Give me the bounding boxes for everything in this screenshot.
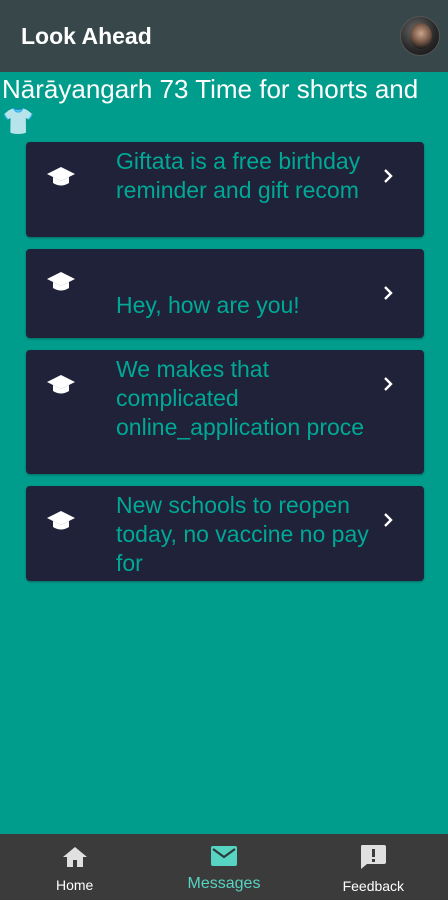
app-title: Look Ahead — [21, 22, 152, 49]
message-text: New schools to reopen today, no vaccine … — [116, 492, 369, 576]
nav-home-label: Home — [55, 877, 94, 893]
message-text: We makes that complicated online_applica… — [116, 356, 365, 440]
chevron-right-icon — [380, 166, 396, 186]
tshirt-icon: 👕 — [2, 106, 35, 136]
nav-messages-label: Messages — [187, 875, 261, 892]
message-card[interactable]: Hey, how are you! — [26, 249, 424, 338]
nav-messages[interactable]: Messages — [149, 834, 298, 900]
message-text: Hey, how are you! — [116, 292, 300, 318]
nav-home[interactable]: Home — [0, 834, 149, 900]
app-bar: Look Ahead — [0, 0, 448, 72]
nav-feedback[interactable]: Feedback — [299, 834, 448, 900]
mail-icon — [210, 845, 238, 872]
message-card[interactable]: We makes that complicated online_applica… — [26, 350, 424, 474]
graduation-cap-icon — [46, 162, 76, 192]
message-list: Giftata is a free birthday reminder and … — [26, 142, 424, 593]
chevron-right-icon — [380, 374, 396, 394]
chevron-right-icon — [380, 510, 396, 530]
graduation-cap-icon — [46, 506, 76, 536]
message-card[interactable]: New schools to reopen today, no vaccine … — [26, 486, 424, 581]
nav-feedback-label: Feedback — [342, 878, 405, 894]
graduation-cap-icon — [46, 370, 76, 400]
home-icon — [62, 845, 88, 874]
bottom-navigation: Home Messages Feedback — [0, 834, 448, 900]
graduation-cap-icon — [46, 267, 76, 297]
avatar[interactable] — [400, 16, 440, 56]
chevron-right-icon — [380, 283, 396, 303]
message-text: Giftata is a free birthday reminder and … — [116, 148, 361, 203]
headline: Nārāyangarh 73 Time for shorts and 👕 — [2, 72, 442, 137]
feedback-icon — [359, 844, 387, 875]
message-card[interactable]: Giftata is a free birthday reminder and … — [26, 142, 424, 237]
headline-text: Nārāyangarh 73 Time for shorts and — [2, 74, 419, 104]
